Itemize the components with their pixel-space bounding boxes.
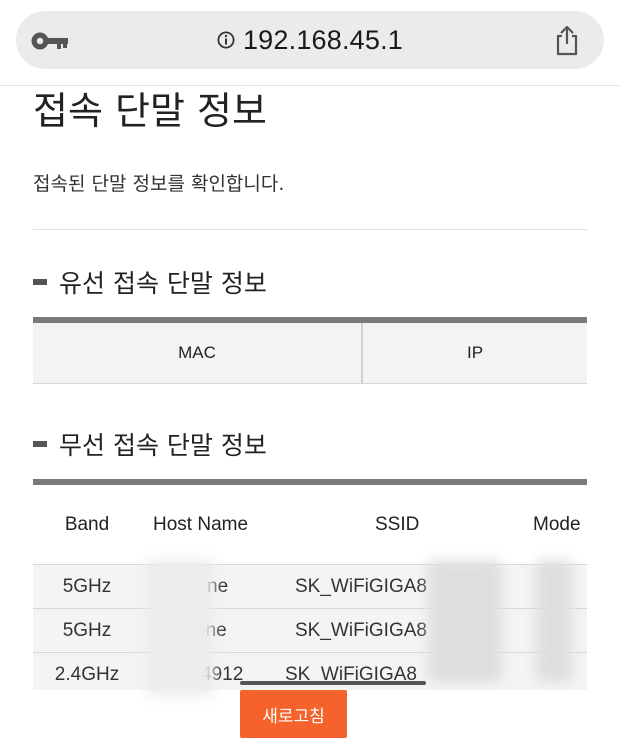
page-description: 접속된 단말 정보를 확인합니다. [33,173,285,195]
wired-section-title: 유선 접속 단말 정보 [33,264,267,300]
wireless-section-title: 무선 접속 단말 정보 [33,426,267,462]
column-header-mac: MAC [33,323,363,383]
address-bar[interactable]: 192.168.45.1 [16,11,604,69]
url-text: 192.168.45.1 [242,24,404,55]
band-cell: 5GHz [62,575,112,597]
page-title: 접속 단말 정보 [33,89,267,133]
wireless-table-header: Band Host Name SSID Mode [33,485,587,565]
wireless-section-label: 무선 접속 단말 정보 [59,431,267,460]
browser-toolbar: 192.168.45.1 [0,0,620,86]
redacted-mac-blur [428,560,502,682]
wired-section-label: 유선 접속 단말 정보 [59,269,267,298]
column-header-host-name: Host Name [153,513,249,535]
redacted-host-blur [146,560,214,696]
column-header-ssid: SSID [375,513,420,535]
band-cell: 2.4GHz [54,663,120,685]
wired-devices-table: MAC IP [33,317,587,384]
column-header-mode: Mode [533,513,581,535]
wireless-devices-table[interactable]: Band Host Name SSID Mode 5GHz ne SK_WiFi… [33,479,587,690]
band-cell: 5GHz [62,619,112,641]
section-bullet-icon [33,279,47,285]
divider [33,229,587,230]
section-bullet-icon [33,441,47,447]
wired-table-header: MAC IP [33,323,587,384]
share-icon[interactable] [552,24,582,56]
redacted-mode-blur [536,560,572,682]
table-row: 5GHz ne SK_WiFiGIGA8 [33,565,587,609]
refresh-button[interactable]: 새로고침 [240,690,347,738]
column-header-band: Band [64,513,110,535]
info-icon[interactable] [217,31,235,49]
column-header-ip: IP [466,343,484,362]
table-row: 5GHz one SK_WiFiGIGA8 [33,609,587,653]
horizontal-scrollbar[interactable] [240,681,426,685]
url-display[interactable]: 192.168.45.1 [16,11,604,69]
